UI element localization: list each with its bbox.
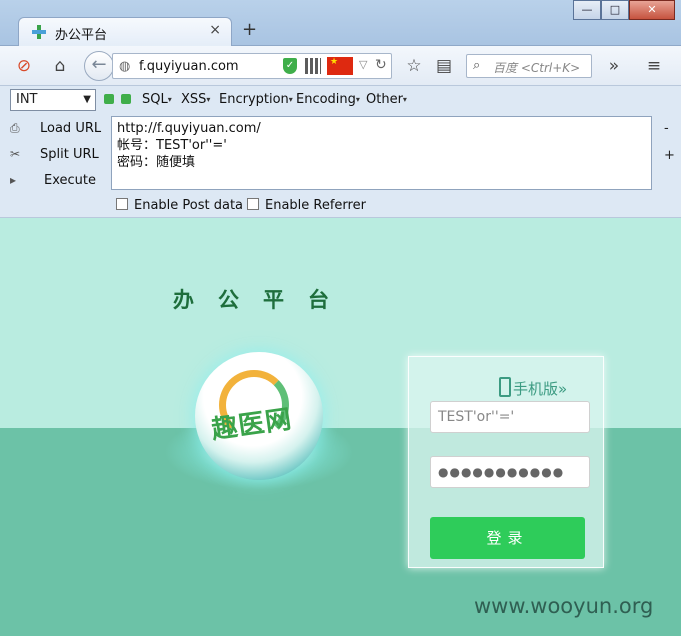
window-controls: — □ ✕ xyxy=(573,0,675,20)
xss-menu[interactable]: XSS▾ xyxy=(181,92,210,107)
reload-icon[interactable]: ↻ xyxy=(375,57,387,73)
play-icon: ▸ xyxy=(10,173,17,187)
sql-menu[interactable]: SQL▾ xyxy=(142,92,172,107)
url-text[interactable]: f.quyiyuan.com xyxy=(139,59,239,74)
mobile-version-link[interactable]: 手机版» xyxy=(499,377,567,399)
search-box[interactable]: ⌕ 百度 <Ctrl+K> xyxy=(466,54,592,78)
navigation-bar: ⊘ ⌂ ← ◍ f.quyiyuan.com ✓ ★ ▽ ↻ ☆ ▤ ⌕ 百度 … xyxy=(0,46,681,86)
int-select[interactable]: INT ▼ xyxy=(10,89,96,111)
enable-referrer-checkbox[interactable]: Enable Referrer xyxy=(247,198,366,213)
page-title: 办公平台 xyxy=(173,288,353,312)
tab-close-icon[interactable]: × xyxy=(209,22,221,38)
reader-list-icon[interactable]: ▤ xyxy=(434,56,454,76)
referrer-checkbox-box[interactable] xyxy=(247,198,259,210)
shield-icon[interactable]: ✓ xyxy=(283,58,297,74)
load-url-label: Load URL xyxy=(40,121,102,136)
minimize-button[interactable]: — xyxy=(573,0,601,20)
overflow-chevron-icon[interactable]: » xyxy=(604,56,624,76)
url-bar[interactable]: ◍ f.quyiyuan.com ✓ ★ ▽ ↻ xyxy=(112,53,392,79)
close-window-button[interactable]: ✕ xyxy=(629,0,675,20)
execute-label: Execute xyxy=(44,173,96,188)
encryption-menu[interactable]: Encryption▾ xyxy=(219,92,293,107)
china-flag-icon[interactable]: ★ xyxy=(327,57,353,75)
new-tab-button[interactable]: + xyxy=(242,19,257,40)
dropdown-arrow-icon[interactable]: ▽ xyxy=(359,58,367,71)
xss-menu-label: XSS xyxy=(181,92,207,107)
site-favicon-icon xyxy=(32,25,46,39)
home-icon[interactable]: ⌂ xyxy=(50,56,70,76)
enable-post-checkbox[interactable]: Enable Post data xyxy=(116,198,243,213)
int-select-value: INT xyxy=(16,92,38,107)
hackbar-panel: INT ▼ SQL▾ XSS▾ Encryption▾ Encoding▾ Ot… xyxy=(0,86,681,218)
encoding-menu[interactable]: Encoding▾ xyxy=(296,92,360,107)
double-chevron-icon: » xyxy=(558,380,568,398)
scissors-icon: ✂ xyxy=(10,147,21,161)
noscript-icon[interactable]: ⊘ xyxy=(14,56,34,76)
sql-caret-icon: ▾ xyxy=(167,95,172,104)
mobile-version-label: 手机版 xyxy=(513,380,559,398)
increase-icon[interactable] xyxy=(121,94,131,104)
decrease-icon[interactable] xyxy=(104,94,114,104)
watermark: www.wooyun.org xyxy=(474,594,654,618)
back-arrow-icon: ← xyxy=(91,54,107,75)
back-button[interactable]: ← xyxy=(84,51,114,81)
select-arrow-icon: ▼ xyxy=(83,94,91,105)
other-menu[interactable]: Other▾ xyxy=(366,92,407,107)
web-page-content: 办公平台 趣医网 手机版» TEST'or''=' ●●●●●●●●●●● 登录… xyxy=(0,218,681,636)
post-checkbox-box[interactable] xyxy=(116,198,128,210)
encoding-caret-icon: ▾ xyxy=(355,95,360,104)
encoding-menu-label: Encoding xyxy=(296,92,356,107)
hackbar-url-textarea[interactable]: http://f.quyiyuan.com/ 帐号：TEST'or''=' 密码… xyxy=(111,116,652,190)
encryption-caret-icon: ▾ xyxy=(288,95,293,104)
bookmark-star-icon[interactable]: ☆ xyxy=(404,56,424,76)
execute-button[interactable]: ▸ Execute xyxy=(10,173,96,188)
load-url-button[interactable]: ⎙ Load URL xyxy=(10,121,101,136)
load-url-icon: ⎙ xyxy=(10,121,20,135)
shrink-textarea-button[interactable]: - xyxy=(664,121,669,136)
password-input[interactable]: ●●●●●●●●●●● xyxy=(430,456,590,488)
other-menu-label: Other xyxy=(366,92,403,107)
login-button[interactable]: 登录 xyxy=(430,517,585,559)
browser-titlebar: 办公平台 × + — □ ✕ xyxy=(0,0,681,47)
enable-referrer-label: Enable Referrer xyxy=(265,198,366,213)
qr-code-icon[interactable] xyxy=(305,58,321,74)
enable-post-label: Enable Post data xyxy=(134,198,244,213)
search-icon: ⌕ xyxy=(473,58,481,73)
encryption-menu-label: Encryption xyxy=(219,92,289,107)
split-url-label: Split URL xyxy=(40,147,99,162)
username-input[interactable]: TEST'or''=' xyxy=(430,401,590,433)
browser-tab[interactable]: 办公平台 × xyxy=(18,17,232,47)
xss-caret-icon: ▾ xyxy=(206,95,211,104)
maximize-button[interactable]: □ xyxy=(601,0,629,20)
login-panel: 手机版» TEST'or''=' ●●●●●●●●●●● 登录 xyxy=(408,356,604,568)
site-logo: 趣医网 xyxy=(195,352,323,480)
other-caret-icon: ▾ xyxy=(402,95,407,104)
tab-title: 办公平台 xyxy=(55,28,108,43)
split-url-button[interactable]: ✂ Split URL xyxy=(10,147,99,162)
globe-icon: ◍ xyxy=(119,59,131,74)
expand-textarea-button[interactable]: + xyxy=(664,148,675,163)
search-placeholder: 百度 <Ctrl+K> xyxy=(493,61,581,75)
mobile-phone-icon xyxy=(499,377,511,397)
menu-hamburger-icon[interactable]: ≡ xyxy=(644,56,664,76)
sql-menu-label: SQL xyxy=(142,92,168,107)
